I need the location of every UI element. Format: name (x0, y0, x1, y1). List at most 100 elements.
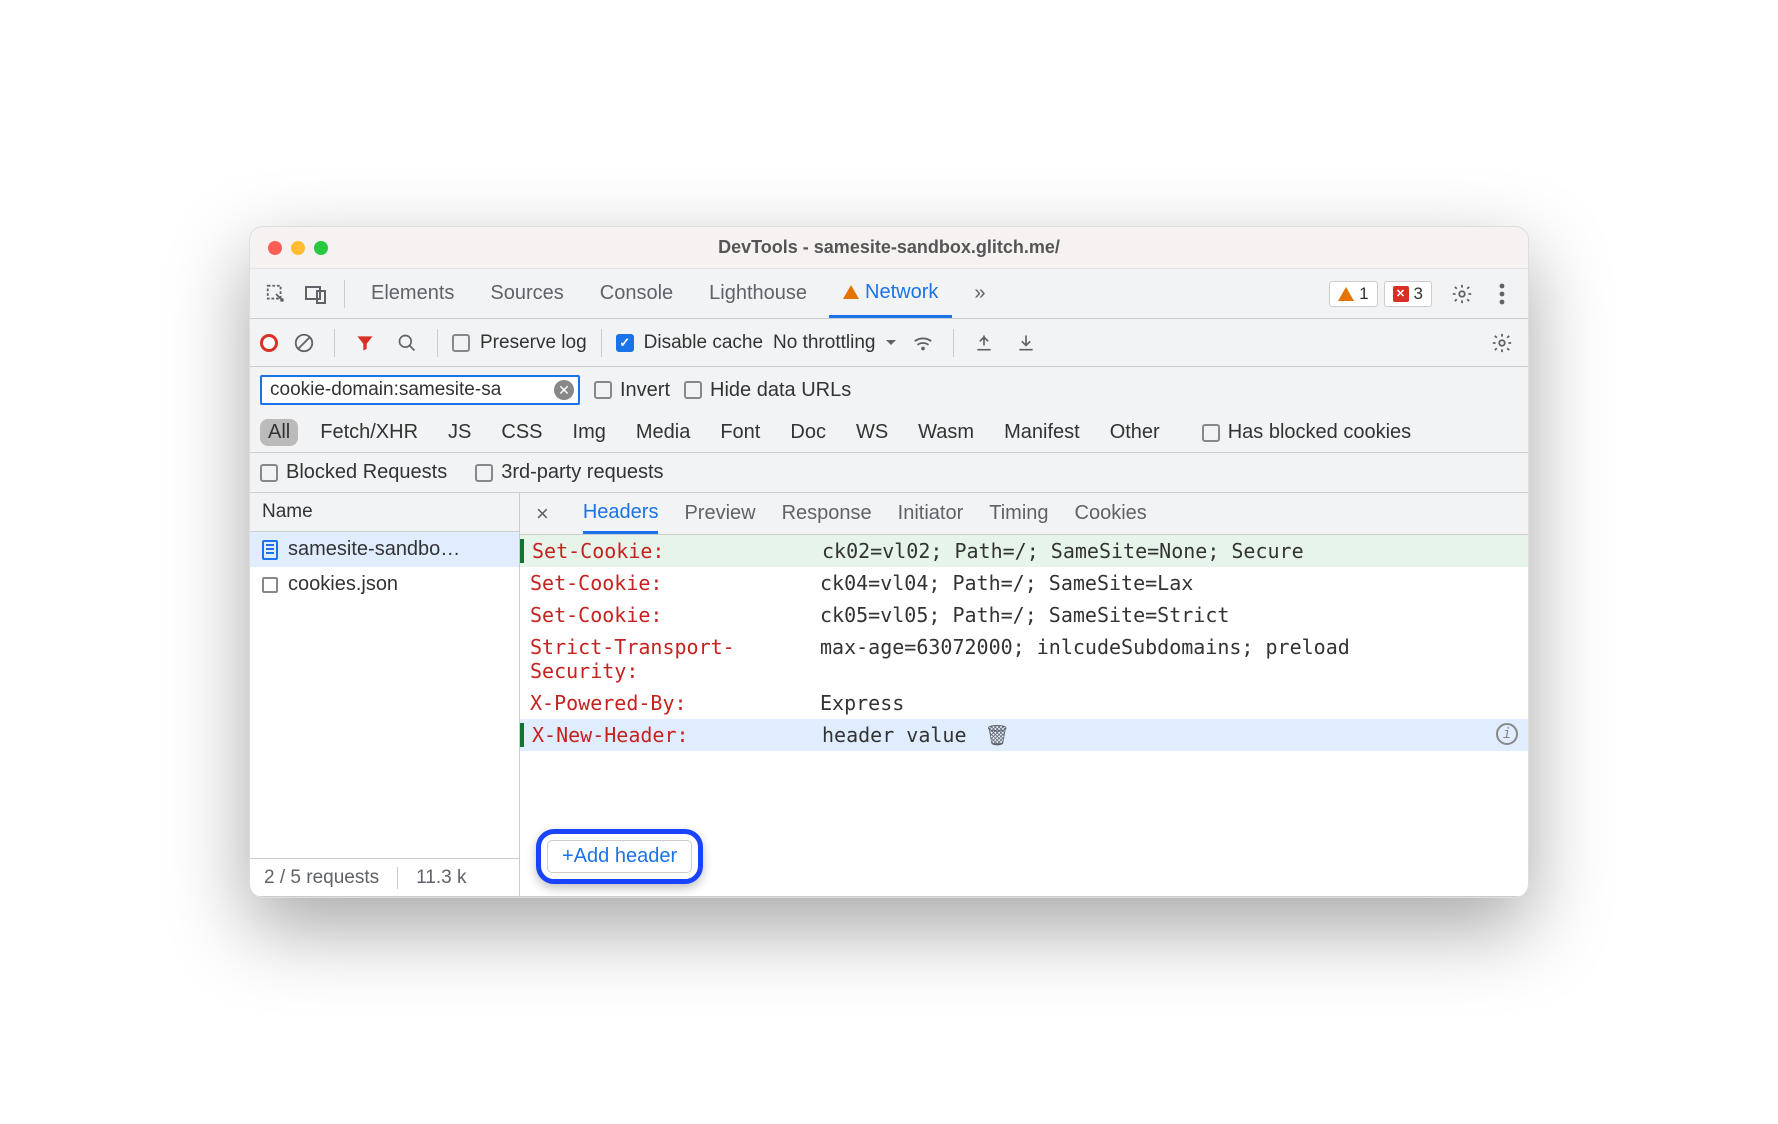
detail-tab-initiator[interactable]: Initiator (898, 493, 964, 534)
header-name: Set-Cookie: (532, 539, 822, 563)
tabs-overflow[interactable]: » (960, 269, 999, 318)
delete-header-icon[interactable]: 🗑 (985, 723, 1010, 747)
clear-filter-icon[interactable]: ✕ (554, 380, 574, 400)
header-name: X-Powered-By: (530, 691, 820, 715)
type-ws[interactable]: WS (848, 419, 896, 446)
file-icon (262, 577, 278, 593)
header-value: ck05=vl05; Path=/; SameSite=Strict (820, 603, 1518, 627)
detail-tab-preview[interactable]: Preview (684, 493, 755, 534)
override-indicator (520, 539, 524, 563)
throttling-select[interactable]: No throttling (773, 332, 897, 354)
warnings-badge[interactable]: 1 (1329, 281, 1377, 307)
type-wasm[interactable]: Wasm (910, 419, 982, 446)
type-fetch-xhr[interactable]: Fetch/XHR (312, 419, 426, 446)
network-settings-icon[interactable] (1486, 327, 1518, 359)
request-row[interactable]: samesite-sandbo… (250, 532, 519, 567)
third-party-checkbox[interactable] (475, 464, 493, 482)
request-row[interactable]: cookies.json (250, 567, 519, 602)
error-square-icon: ✕ (1393, 286, 1409, 302)
close-detail-icon[interactable]: × (528, 501, 557, 527)
column-header-name[interactable]: Name (250, 493, 519, 532)
network-toolbar: Preserve log Disable cache No throttling (250, 319, 1528, 367)
hide-data-urls-label: Hide data URLs (710, 379, 851, 402)
header-value: max-age=63072000; inlcudeSubdomains; pre… (820, 635, 1518, 659)
status-requests: 2 / 5 requests (264, 867, 379, 889)
add-header-button[interactable]: +Add header (547, 840, 692, 873)
filter-row: cookie-domain:samesite-sa ✕ Invert Hide … (250, 367, 1528, 413)
export-har-icon[interactable] (968, 327, 1000, 359)
info-icon[interactable]: i (1496, 723, 1518, 745)
type-all[interactable]: All (260, 419, 298, 446)
inspect-icon[interactable] (260, 278, 292, 310)
has-blocked-cookies-checkbox[interactable] (1202, 424, 1220, 442)
divider (334, 329, 335, 357)
warning-triangle-icon (843, 285, 859, 299)
override-indicator (520, 723, 524, 747)
type-other[interactable]: Other (1102, 419, 1168, 446)
header-row[interactable]: Set-Cookie:ck04=vl04; Path=/; SameSite=L… (520, 567, 1528, 599)
device-toolbar-icon[interactable] (300, 278, 332, 310)
invert-label: Invert (620, 379, 670, 402)
type-doc[interactable]: Doc (782, 419, 834, 446)
detail-tab-headers[interactable]: Headers (583, 493, 659, 534)
header-row[interactable]: Set-Cookie:ck05=vl05; Path=/; SameSite=S… (520, 599, 1528, 631)
devtools-window: DevTools - samesite-sandbox.glitch.me/ E… (249, 226, 1529, 898)
type-img[interactable]: Img (565, 419, 614, 446)
type-media[interactable]: Media (628, 419, 698, 446)
additional-filters: Blocked Requests 3rd-party requests (250, 453, 1528, 493)
clear-icon[interactable] (288, 327, 320, 359)
blocked-requests-label: Blocked Requests (286, 461, 447, 484)
preserve-log-label: Preserve log (480, 332, 587, 354)
record-button[interactable] (260, 334, 278, 352)
import-har-icon[interactable] (1010, 327, 1042, 359)
type-css[interactable]: CSS (493, 419, 550, 446)
type-manifest[interactable]: Manifest (996, 419, 1088, 446)
filter-input[interactable]: cookie-domain:samesite-sa ✕ (260, 375, 580, 405)
filter-icon[interactable] (349, 327, 381, 359)
tab-sources[interactable]: Sources (476, 269, 577, 318)
search-icon[interactable] (391, 327, 423, 359)
split-view: Name samesite-sandbo… cookies.json 2 / 5… (250, 493, 1528, 897)
errors-badge[interactable]: ✕ 3 (1384, 281, 1432, 307)
tab-lighthouse[interactable]: Lighthouse (695, 269, 821, 318)
titlebar: DevTools - samesite-sandbox.glitch.me/ (250, 227, 1528, 269)
status-size: 11.3 k (416, 867, 466, 889)
divider (953, 329, 954, 357)
detail-tab-cookies[interactable]: Cookies (1075, 493, 1147, 534)
blocked-requests-checkbox[interactable] (260, 464, 278, 482)
header-name: Set-Cookie: (530, 603, 820, 627)
invert-checkbox[interactable] (594, 381, 612, 399)
disable-cache-checkbox[interactable] (616, 334, 634, 352)
has-blocked-cookies-label: Has blocked cookies (1228, 421, 1411, 444)
tab-console[interactable]: Console (586, 269, 687, 318)
divider (344, 280, 345, 308)
detail-tab-response[interactable]: Response (782, 493, 872, 534)
request-detail: × Headers Preview Response Initiator Tim… (520, 493, 1528, 896)
type-js[interactable]: JS (440, 419, 479, 446)
preserve-log-checkbox[interactable] (452, 334, 470, 352)
header-value: header value 🗑 (822, 723, 1496, 747)
detail-tabs: × Headers Preview Response Initiator Tim… (520, 493, 1528, 535)
divider (601, 329, 602, 357)
tab-network[interactable]: Network (829, 269, 952, 318)
type-font[interactable]: Font (712, 419, 768, 446)
window-title: DevTools - samesite-sandbox.glitch.me/ (250, 237, 1528, 258)
header-value: ck02=vl02; Path=/; SameSite=None; Secure (822, 539, 1518, 563)
network-conditions-icon[interactable] (907, 327, 939, 359)
more-menu-icon[interactable] (1486, 278, 1518, 310)
tab-elements[interactable]: Elements (357, 269, 468, 318)
settings-icon[interactable] (1446, 278, 1478, 310)
header-row[interactable]: Set-Cookie:ck02=vl02; Path=/; SameSite=N… (520, 535, 1528, 567)
header-row[interactable]: X-Powered-By:Express (520, 687, 1528, 719)
header-row[interactable]: X-New-Header:header value 🗑i (520, 719, 1528, 751)
header-name: Strict-Transport-Security: (530, 635, 820, 683)
third-party-label: 3rd-party requests (501, 461, 663, 484)
header-value: ck04=vl04; Path=/; SameSite=Lax (820, 571, 1518, 595)
add-header-highlight: +Add header (536, 829, 703, 884)
hide-data-urls-checkbox[interactable] (684, 381, 702, 399)
disable-cache-label: Disable cache (644, 332, 763, 354)
header-value: Express (820, 691, 1518, 715)
status-bar: 2 / 5 requests 11.3 k (250, 858, 519, 896)
header-row[interactable]: Strict-Transport-Security:max-age=630720… (520, 631, 1528, 687)
detail-tab-timing[interactable]: Timing (989, 493, 1048, 534)
